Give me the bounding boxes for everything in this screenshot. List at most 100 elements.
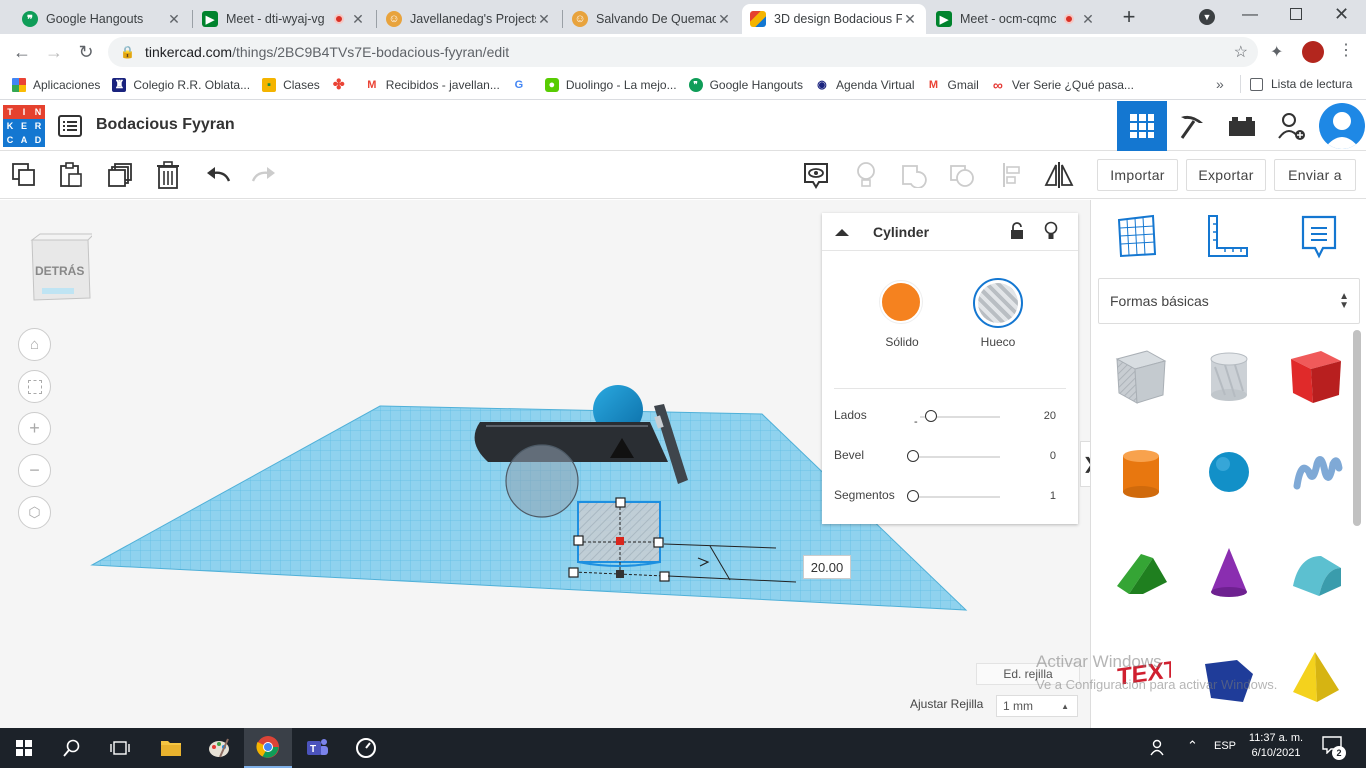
add-user-button[interactable] [1267, 101, 1317, 151]
teams-button[interactable]: T [293, 728, 341, 768]
cone-shape[interactable] [1199, 542, 1259, 602]
minecraft-pickaxe-button[interactable] [1167, 101, 1217, 151]
pyramid-shape[interactable] [1285, 646, 1345, 706]
chrome-taskbar-button[interactable] [244, 728, 292, 768]
box-hole-shape[interactable] [1111, 345, 1171, 405]
perspective-button[interactable]: ⬡ [18, 496, 51, 529]
bookmarks-more-button[interactable]: » [1216, 76, 1224, 92]
profile-avatar[interactable] [1302, 41, 1324, 63]
reading-list-button[interactable]: Lista de lectura [1250, 77, 1352, 91]
tab-javellanedag-projects[interactable]: ☺ Javellanedag's Projects ✕ [378, 4, 560, 34]
param-value-segmentos[interactable]: 1 [1026, 490, 1056, 502]
mirror-button[interactable] [1043, 159, 1075, 191]
ungroup-button[interactable] [946, 159, 978, 191]
home-view-button[interactable]: ⌂ [18, 328, 51, 361]
scribble-shape[interactable] [1287, 442, 1347, 502]
collapse-inspector-button[interactable] [834, 225, 850, 240]
bookmark-gmail[interactable]: M Gmail [927, 78, 979, 92]
notifications-button[interactable]: 2 [1322, 736, 1346, 760]
lados-slider-knob[interactable] [924, 410, 937, 422]
bricks-button[interactable] [1217, 101, 1267, 151]
tab-search-icon[interactable]: ▼ [1199, 9, 1215, 25]
forward-arrow-icon[interactable]: → [42, 40, 66, 64]
close-icon[interactable]: ✕ [536, 11, 552, 28]
undo-button[interactable] [202, 159, 234, 191]
dimension-input[interactable]: 20.00 [803, 555, 851, 579]
task-view-button[interactable] [96, 728, 144, 768]
media-app-button[interactable] [342, 728, 390, 768]
bevel-slider-knob[interactable] [907, 450, 919, 462]
solid-color-swatch[interactable] [880, 281, 922, 323]
notes-button[interactable] [800, 159, 832, 191]
file-explorer-button[interactable] [147, 728, 195, 768]
bookmark-clases[interactable]: ▪ Clases [262, 77, 320, 92]
bookmark-star-icon[interactable]: ☆ [1234, 42, 1248, 62]
selected-cylinder[interactable] [577, 501, 661, 563]
round-roof-shape[interactable] [1285, 542, 1345, 602]
zoom-in-button[interactable]: + [18, 412, 51, 445]
extensions-puzzle-icon[interactable]: ✦ [1270, 42, 1283, 62]
resize-handle[interactable] [653, 537, 664, 548]
height-handle[interactable] [616, 537, 624, 545]
resize-handle[interactable] [573, 535, 584, 546]
reload-icon[interactable]: ↻ [74, 40, 98, 64]
hint-lightbulb-button[interactable] [850, 159, 882, 191]
halfpipe-object[interactable] [474, 422, 668, 462]
notes-tool-button[interactable] [1299, 214, 1339, 263]
snap-grid-select[interactable]: 1 mm ▲ [996, 695, 1078, 717]
paste-button[interactable] [55, 159, 87, 191]
bookmark-colegio[interactable]: ♜ Colegio R.R. Oblata... [112, 77, 250, 92]
close-icon[interactable]: ✕ [166, 11, 182, 28]
box-shape[interactable] [1285, 345, 1345, 405]
minimize-icon[interactable]: — [1242, 6, 1258, 24]
design-list-icon[interactable] [58, 115, 82, 137]
bookmark-google-photos[interactable]: ✤ [332, 76, 353, 92]
text-shape[interactable]: TEXT [1111, 642, 1179, 702]
group-button[interactable] [898, 159, 930, 191]
window-close-icon[interactable]: ✕ [1334, 4, 1349, 25]
start-button[interactable] [0, 728, 48, 768]
roof-shape[interactable] [1111, 542, 1171, 602]
taskbar-clock[interactable]: 11:37 a. m. 6/10/2021 [1248, 732, 1304, 759]
delete-button[interactable] [152, 159, 184, 191]
shape-category-select[interactable]: Formas básicas ▲ ▼ [1098, 278, 1360, 324]
new-tab-button[interactable]: + [1116, 6, 1142, 30]
close-icon[interactable]: ✕ [902, 11, 918, 28]
zoom-out-button[interactable]: − [18, 454, 51, 487]
bookmark-agenda-virtual[interactable]: ◉ Agenda Virtual [815, 78, 914, 92]
bookmark-google[interactable]: G [512, 78, 533, 92]
resize-handle[interactable] [568, 567, 579, 578]
tab-google-hangouts[interactable]: ❞ Google Hangouts ✕ [14, 4, 190, 34]
sphere-shape[interactable] [1199, 442, 1259, 502]
user-avatar[interactable] [1319, 103, 1365, 149]
view-cube[interactable]: DETRÁS [28, 232, 96, 304]
3d-view-button[interactable] [1117, 101, 1167, 151]
close-icon[interactable]: ✕ [716, 11, 732, 28]
send-to-button[interactable]: Enviar a [1274, 159, 1356, 191]
design-title[interactable]: Bodacious Fyyran [96, 116, 235, 134]
bookmark-ver-serie[interactable]: ∞ Ver Serie ¿Qué pasa... [991, 77, 1134, 93]
bookmark-duolingo[interactable]: ● Duolingo - La mejo... [544, 77, 677, 92]
browser-menu-icon[interactable]: ⋮ [1338, 40, 1354, 60]
ruler-tool-button[interactable] [1205, 214, 1249, 261]
param-value-bevel[interactable]: 0 [1026, 450, 1056, 462]
redo-button[interactable] [248, 159, 280, 191]
fit-view-button[interactable] [18, 370, 51, 403]
workplane-tool-button[interactable] [1115, 214, 1159, 261]
close-icon[interactable]: ✕ [1080, 11, 1096, 28]
corner-handle[interactable] [616, 570, 624, 578]
address-bar[interactable]: 🔒 tinkercad.com/things/2BC9B4TVs7E-bodac… [108, 37, 1258, 67]
tab-3d-design-bodacious[interactable]: 3D design Bodacious F ✕ [742, 4, 926, 34]
search-button[interactable] [48, 728, 96, 768]
tray-chevron-up-icon[interactable]: ⌃ [1187, 738, 1198, 754]
cylinder-hole-shape[interactable] [1199, 345, 1259, 405]
duplicate-button[interactable] [104, 159, 136, 191]
copy-button[interactable] [8, 159, 40, 191]
segmentos-slider-knob[interactable] [907, 490, 919, 502]
hole-option-button[interactable] [973, 278, 1023, 328]
import-button[interactable]: Importar [1097, 159, 1178, 191]
lock-button[interactable] [1010, 222, 1024, 243]
workplane-viewport[interactable]: 20.00 DETRÁS ⌂ + − ⬡ Cylinder Sólido Hue… [0, 200, 1090, 728]
paint3d-button[interactable] [195, 728, 243, 768]
resize-handle[interactable] [615, 497, 626, 508]
